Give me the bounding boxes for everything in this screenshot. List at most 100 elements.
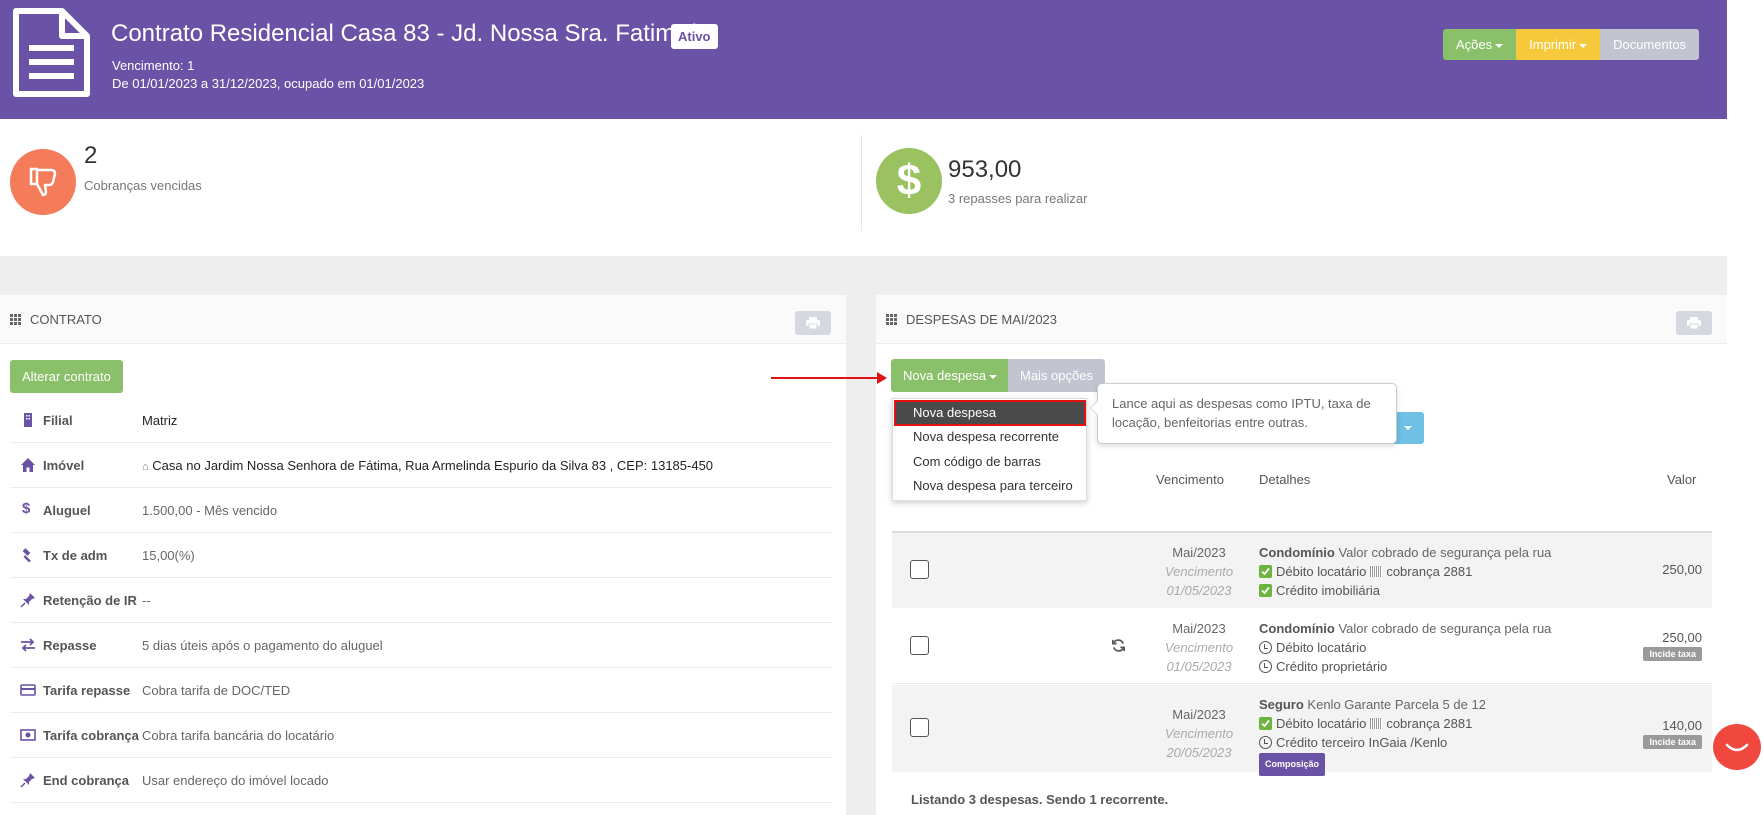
repasse-stat-icon: $	[876, 148, 942, 214]
venc-date: 01/05/2023	[1166, 659, 1232, 674]
alterar-contrato-button[interactable]: Alterar contrato	[10, 360, 123, 393]
header-button-group: Ações Imprimir Documentos	[1443, 29, 1700, 60]
incide-taxa-tag: Incide taxa	[1643, 735, 1702, 749]
mais-opcoes-button[interactable]: Mais opções	[1008, 359, 1105, 392]
dollar-icon: $	[896, 156, 922, 205]
contrato-panel-header: CONTRATO	[0, 295, 846, 344]
row-value: Cobra tarifa de DOC/TED	[142, 683, 291, 698]
building-icon	[24, 413, 32, 427]
stats-divider	[861, 135, 862, 231]
nova-despesa-dropdown: Nova despesa Nova despesa recorrente Com…	[892, 398, 1087, 501]
pin-icon	[20, 773, 35, 788]
despesas-panel: DESPESAS DE MAI/2023 Nova despesa Mais o…	[876, 295, 1727, 815]
barcode-icon	[1370, 718, 1383, 729]
despesas-print-button[interactable]	[1676, 311, 1712, 335]
nova-despesa-label: Nova despesa	[903, 368, 987, 383]
mes: Mai/2023	[1172, 621, 1226, 636]
despesas-title: DESPESAS DE MAI/2023	[906, 312, 1058, 327]
debito-text: Débito locatário	[1276, 716, 1367, 731]
acoes-button[interactable]: Ações	[1443, 29, 1517, 60]
chat-widget-button[interactable]	[1713, 724, 1761, 770]
grid-icon	[886, 314, 897, 325]
home-icon	[21, 458, 35, 472]
row-label: Aluguel	[43, 503, 91, 518]
document-icon	[13, 8, 90, 97]
row-label: Tx de adm	[43, 548, 108, 563]
barcode-icon	[1370, 566, 1383, 577]
row-label: End cobrança	[43, 773, 129, 788]
dropdown-item-nova-despesa-recorrente[interactable]: Nova despesa recorrente	[893, 425, 1086, 449]
row-value: --	[142, 593, 151, 608]
table-row: Mai/2023 Vencimento 01/05/2023 Condomíni…	[892, 533, 1712, 608]
contrato-panel: CONTRATO Alterar contrato Filial Matriz …	[0, 295, 846, 815]
valor: 140,00	[1662, 718, 1702, 733]
dropdown-item-nova-despesa[interactable]: Nova despesa	[894, 400, 1086, 426]
right-gutter	[1727, 0, 1763, 815]
acoes-label: Ações	[1456, 37, 1493, 52]
detalhes-cell: Condomínio Valor cobrado de segurança pe…	[1259, 619, 1551, 676]
imovel-link[interactable]: ⌂ Casa no Jardim Nossa Senhora de Fátima…	[142, 458, 713, 473]
vencimento-cell: Mai/2023 Vencimento 01/05/2023	[1129, 619, 1269, 676]
contrato-row-end-cobranca: End cobrança Usar endereço do imóvel loc…	[10, 758, 832, 803]
despesas-panel-header: DESPESAS DE MAI/2023	[876, 295, 1727, 344]
cobranca-link[interactable]: cobrança 2881	[1386, 714, 1472, 733]
dropdown-item-despesa-terceiro[interactable]: Nova despesa para terceiro	[893, 474, 1086, 498]
periodo-text: De 01/01/2023 a 31/12/2023, ocupado em 0…	[112, 76, 425, 91]
row-value: Usar endereço do imóvel locado	[142, 773, 329, 788]
row-label: Filial	[43, 413, 73, 428]
contrato-title: CONTRATO	[30, 312, 102, 327]
categoria: Seguro	[1259, 697, 1304, 712]
caret-down-icon	[989, 374, 998, 379]
row-value: Matriz	[142, 413, 178, 428]
repasse-label: 3 repasses para realizar	[948, 191, 1088, 206]
dropdown-item-codigo-barras[interactable]: Com código de barras	[893, 450, 1086, 474]
venc-label: Vencimento	[1164, 564, 1234, 579]
column-header-valor: Valor	[1667, 472, 1697, 487]
contrato-row-imovel: Imóvel ⌂ Casa no Jardim Nossa Senhora de…	[10, 443, 832, 488]
check-icon	[1259, 584, 1272, 597]
check-icon	[1259, 717, 1272, 730]
imprimir-button[interactable]: Imprimir	[1516, 29, 1601, 60]
venc-date: 20/05/2023	[1166, 745, 1232, 760]
transfer-icon	[21, 638, 35, 652]
vencimento-cell: Mai/2023 Vencimento 20/05/2023	[1129, 705, 1269, 762]
column-header-vencimento: Vencimento	[1156, 472, 1224, 487]
nova-despesa-tooltip: Lance aqui as despesas como IPTU, taxa d…	[1090, 383, 1397, 444]
card-icon	[20, 684, 36, 696]
contrato-row-filial: Filial Matriz	[10, 398, 832, 443]
row-label: Tarifa cobrança	[43, 728, 139, 743]
valor-cell: 250,00	[1662, 562, 1702, 577]
composicao-tag: Composição	[1259, 753, 1326, 776]
valor-cell: 250,00 Incide taxa	[1643, 630, 1702, 661]
small-home-icon: ⌂	[142, 461, 149, 473]
incide-taxa-tag: Incide taxa	[1643, 647, 1702, 661]
debito-text: Débito locatário	[1276, 564, 1367, 579]
documentos-button[interactable]: Documentos	[1600, 29, 1700, 60]
caret-down-icon	[1579, 43, 1588, 48]
contrato-print-button[interactable]	[795, 311, 831, 335]
row-value: Casa no Jardim Nossa Senhora de Fátima, …	[152, 458, 714, 473]
pin-icon	[20, 593, 35, 608]
listing-summary: Listando 3 despesas. Sendo 1 recorrente.	[911, 792, 1169, 807]
row-checkbox[interactable]	[910, 636, 929, 655]
row-value: 15,00(%)	[142, 548, 195, 563]
nova-despesa-button[interactable]: Nova despesa	[891, 359, 1010, 392]
status-badge: Ativo	[671, 24, 718, 49]
detalhes-cell: Seguro Kenlo Garante Parcela 5 de 12 Déb…	[1259, 695, 1486, 776]
row-checkbox[interactable]	[910, 560, 929, 579]
row-checkbox[interactable]	[910, 718, 929, 737]
stats-bar: 2 Cobranças vencidas $ 953,00 3 repasses…	[0, 119, 1727, 256]
cobranca-link[interactable]: cobrança 2881	[1386, 562, 1472, 581]
table-row: Mai/2023 Vencimento 01/05/2023 Condomíni…	[892, 609, 1712, 684]
clock-icon	[1259, 641, 1272, 654]
gavel-icon	[22, 548, 31, 563]
grid-icon	[10, 314, 21, 325]
credito-text: Crédito imobiliária	[1276, 583, 1381, 598]
descricao: Kenlo Garante Parcela 5 de 12	[1307, 697, 1486, 712]
overdue-stat-icon	[10, 149, 76, 215]
thumbs-down-icon	[29, 167, 57, 197]
mes: Mai/2023	[1172, 545, 1226, 560]
contrato-row-repasse: Repasse 5 dias úteis após o pagamento do…	[10, 623, 832, 668]
column-header-detalhes: Detalhes	[1259, 472, 1311, 487]
credito-text: Crédito proprietário	[1276, 659, 1388, 674]
